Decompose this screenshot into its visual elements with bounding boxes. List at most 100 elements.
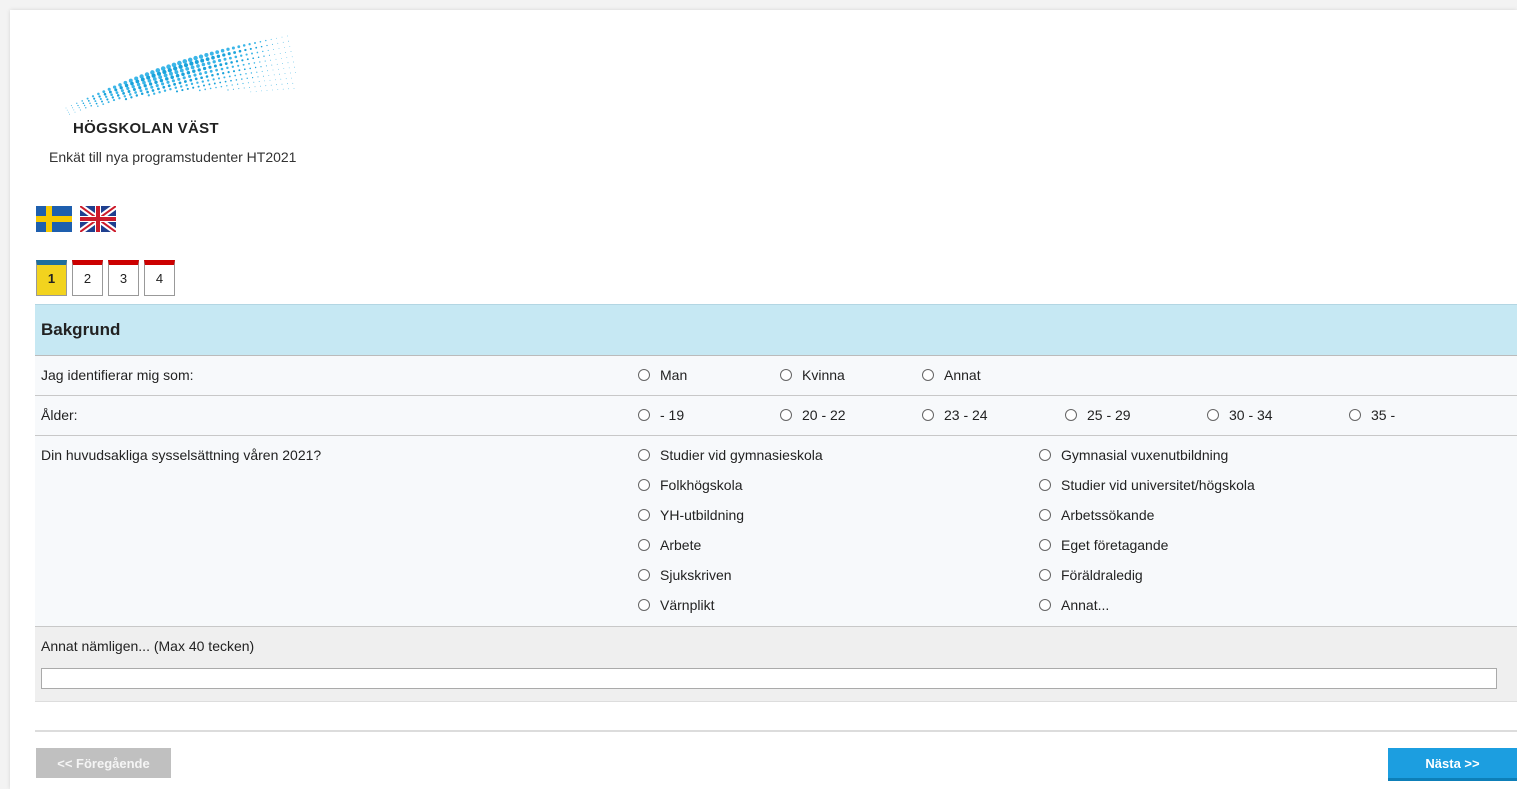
logo-dot	[220, 48, 225, 53]
occupation-option[interactable]: Gymnasial vuxenutbildning	[1039, 447, 1228, 463]
age-option-25-29[interactable]: 25 - 29	[1065, 407, 1131, 423]
radio-icon[interactable]	[638, 599, 650, 611]
radio-icon[interactable]	[780, 369, 792, 381]
radio-icon[interactable]	[1039, 599, 1051, 611]
occupation-option[interactable]: Studier vid gymnasieskola	[638, 447, 823, 463]
logo-dot	[290, 72, 291, 74]
logo-dot	[190, 65, 195, 70]
age-option-35-plus[interactable]: 35 -	[1349, 407, 1395, 423]
radio-icon[interactable]	[1039, 569, 1051, 581]
age-option-30-34[interactable]: 30 - 34	[1207, 407, 1273, 423]
radio-icon[interactable]	[1039, 509, 1051, 521]
logo-dot	[177, 60, 182, 66]
occupation-option[interactable]: Studier vid universitet/högskola	[1039, 477, 1255, 493]
radio-icon[interactable]	[638, 569, 650, 581]
logo-dot	[112, 99, 116, 102]
radio-icon[interactable]	[1039, 479, 1051, 491]
logo-dot	[213, 64, 217, 68]
logo-dot	[209, 51, 214, 56]
tab-page-4[interactable]: 4	[144, 260, 175, 296]
logo-dot	[108, 90, 112, 94]
logo-dot	[257, 76, 259, 78]
age-option-23-24[interactable]: 23 - 24	[922, 407, 988, 423]
logo-dot	[236, 83, 239, 85]
logo-dot	[99, 97, 102, 101]
logo-dot	[265, 39, 267, 42]
logo-text: HÖGSKOLAN VÄST	[73, 120, 219, 137]
occupation-option[interactable]: YH-utbildning	[638, 507, 744, 523]
logo-dot	[288, 40, 289, 42]
uk-flag-icon[interactable]	[80, 206, 116, 232]
occupation-option[interactable]: Annat...	[1039, 597, 1109, 613]
logo-dot	[276, 37, 277, 39]
radio-icon[interactable]	[922, 369, 934, 381]
logo-dot	[132, 87, 136, 92]
radio-icon[interactable]	[922, 409, 934, 421]
radio-icon[interactable]	[638, 449, 650, 461]
logo-dot	[242, 82, 244, 85]
logo-dot	[273, 74, 275, 76]
radio-icon[interactable]	[1207, 409, 1219, 421]
logo-dot	[230, 79, 232, 82]
logo-dot	[263, 55, 265, 57]
logo-dot	[233, 51, 237, 54]
occupation-option[interactable]: Arbetssökande	[1039, 507, 1154, 523]
logo-dot	[224, 80, 227, 83]
radio-icon[interactable]	[1349, 409, 1361, 421]
logo-dot	[285, 78, 287, 80]
gender-option-man[interactable]: Man	[638, 367, 687, 383]
radio-icon[interactable]	[638, 539, 650, 551]
occupation-option[interactable]: Föräldraledig	[1039, 567, 1143, 583]
radio-icon[interactable]	[1039, 449, 1051, 461]
radio-icon[interactable]	[638, 409, 650, 421]
tab-page-3[interactable]: 3	[108, 260, 139, 296]
logo-dot	[95, 102, 98, 105]
logo-dot	[228, 56, 232, 60]
occupation-option[interactable]: Värnplikt	[638, 597, 714, 613]
swedish-flag-icon[interactable]	[36, 206, 72, 232]
logo-dot	[86, 97, 89, 100]
radio-icon[interactable]	[638, 509, 650, 521]
age-option-under-19[interactable]: - 19	[638, 407, 684, 423]
tab-page-1[interactable]: 1	[36, 260, 67, 296]
occupation-option[interactable]: Folkhögskola	[638, 477, 743, 493]
logo-dot	[241, 78, 243, 80]
radio-icon[interactable]	[1039, 539, 1051, 551]
logo-dot	[235, 79, 238, 81]
logo-dot	[266, 90, 268, 91]
gender-option-annat[interactable]: Annat	[922, 367, 981, 383]
gender-option-kvinna[interactable]: Kvinna	[780, 367, 845, 383]
next-button[interactable]: Nästa >>	[1388, 748, 1517, 781]
logo-dot	[260, 45, 263, 48]
logo-dot	[118, 97, 121, 100]
radio-icon[interactable]	[1065, 409, 1077, 421]
occupation-option[interactable]: Eget företagande	[1039, 537, 1168, 553]
radio-icon[interactable]	[780, 409, 792, 421]
logo-dot	[110, 93, 113, 96]
occupation-option[interactable]: Sjukskriven	[638, 567, 732, 583]
logo-dot	[285, 52, 286, 53]
logo-dot	[131, 84, 135, 89]
other-text-field[interactable]	[41, 668, 1497, 689]
logo-dot	[280, 78, 282, 80]
logo-dot	[226, 66, 229, 70]
logo-dot	[127, 90, 131, 93]
radio-icon[interactable]	[638, 479, 650, 491]
logo-dot	[264, 60, 266, 62]
logo-dot	[282, 41, 284, 43]
age-option-20-22[interactable]: 20 - 22	[780, 407, 846, 423]
logo-dot	[102, 90, 106, 94]
logo-dot	[227, 89, 229, 91]
logo-dot	[140, 77, 145, 82]
tab-page-2[interactable]: 2	[72, 260, 103, 296]
radio-icon[interactable]	[638, 369, 650, 381]
logo-dot	[135, 94, 139, 97]
logo-dot	[268, 75, 270, 76]
logo-dot	[269, 79, 271, 81]
logo-dot	[250, 91, 252, 93]
logo-dot	[231, 84, 233, 86]
logo-dot	[287, 83, 288, 85]
occupation-option[interactable]: Arbete	[638, 537, 701, 553]
logo-dot	[139, 89, 143, 93]
logo-dot	[245, 73, 247, 75]
